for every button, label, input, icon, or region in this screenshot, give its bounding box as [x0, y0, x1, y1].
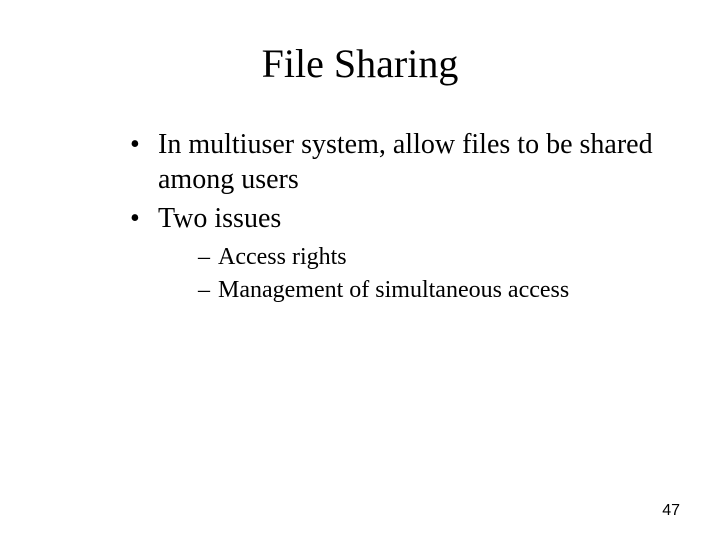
bullet-item: Two issues Access rights Management of s… [130, 201, 660, 306]
sub-bullet-item: Access rights [198, 242, 660, 273]
page-number: 47 [662, 502, 680, 520]
sub-bullet-item: Management of simultaneous access [198, 275, 660, 306]
sub-bullet-list: Access rights Management of simultaneous… [198, 242, 660, 306]
bullet-item: In multiuser system, allow files to be s… [130, 127, 660, 197]
bullet-list: In multiuser system, allow files to be s… [130, 127, 660, 306]
sub-bullet-text: Management of simultaneous access [218, 277, 569, 303]
slide: File Sharing In multiuser system, allow … [0, 0, 720, 540]
slide-title: File Sharing [60, 40, 660, 87]
bullet-text: Two issues [158, 203, 281, 234]
bullet-text: In multiuser system, allow files to be s… [158, 129, 653, 195]
sub-bullet-text: Access rights [218, 244, 347, 270]
